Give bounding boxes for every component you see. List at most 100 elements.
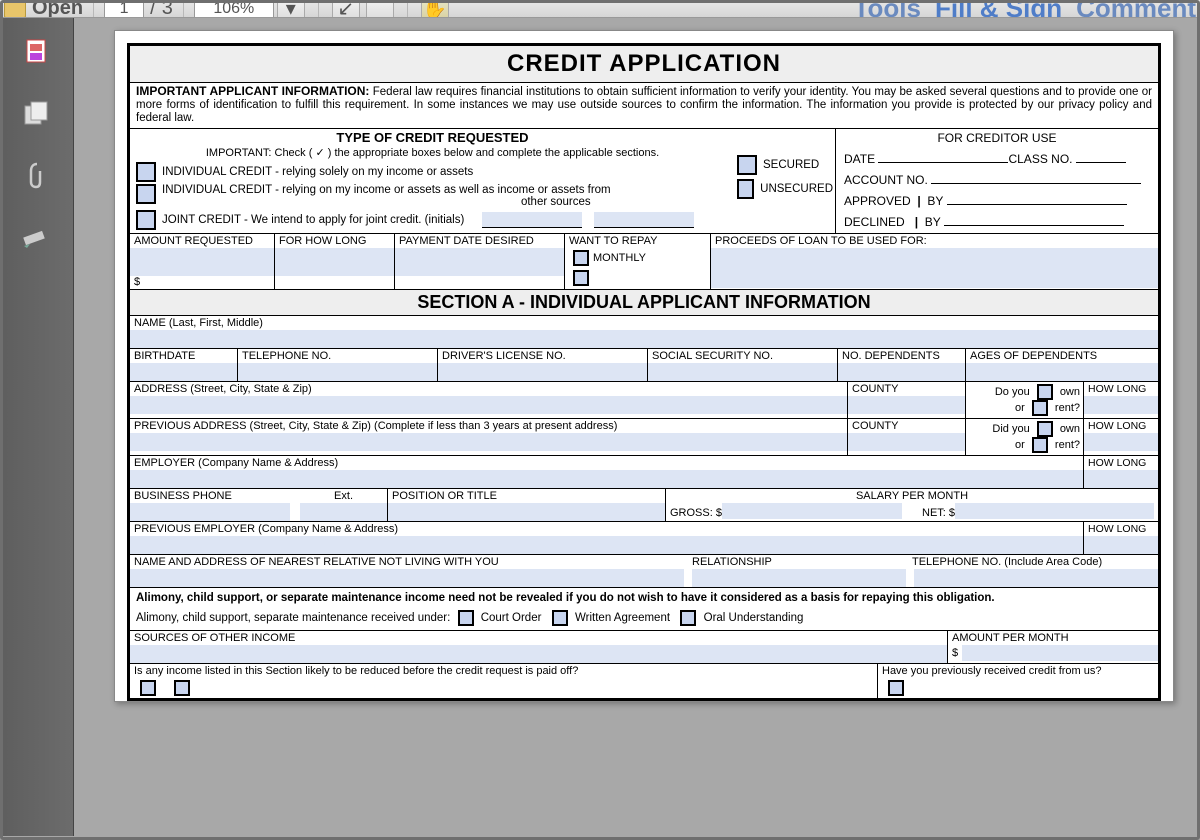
prev-address-field[interactable] — [130, 433, 847, 451]
joint-credit-checkbox[interactable] — [136, 210, 156, 230]
county-label: COUNTY — [848, 382, 965, 396]
classno-field[interactable] — [1076, 149, 1126, 163]
open-button[interactable]: Open — [4, 0, 83, 18]
rent2-checkbox[interactable] — [1032, 437, 1048, 453]
alimony-received-label: Alimony, child support, separate mainten… — [136, 612, 450, 624]
prevcredit-cb1[interactable] — [888, 680, 904, 696]
relationship-label: RELATIONSHIP — [688, 555, 908, 569]
dependents-field[interactable] — [838, 363, 965, 381]
zoom-input[interactable]: 106% — [194, 0, 274, 18]
attachments-icon[interactable] — [21, 160, 53, 192]
individual-credit-1-checkbox[interactable] — [136, 162, 156, 182]
declined-by-field[interactable] — [944, 212, 1124, 226]
comment-tab[interactable]: Comment — [1076, 0, 1196, 18]
zoom-dropdown[interactable]: ▾ — [277, 0, 305, 18]
approved-by-field[interactable] — [947, 191, 1127, 205]
account-field[interactable] — [931, 170, 1141, 184]
court-order-checkbox[interactable] — [458, 610, 474, 626]
howlong2-field[interactable] — [1084, 433, 1158, 451]
rent-checkbox[interactable] — [1032, 400, 1048, 416]
payment-date-label: PAYMENT DATE DESIRED — [395, 234, 564, 248]
by-label-2: BY — [925, 215, 941, 229]
prev-view-button[interactable]: ↙ — [332, 0, 360, 18]
oral-label: Oral Understanding — [704, 612, 804, 624]
relative-field[interactable] — [130, 569, 684, 587]
notice-block: IMPORTANT APPLICANT INFORMATION: Federal… — [130, 83, 1158, 129]
next-view-button[interactable] — [366, 0, 394, 18]
employer-field[interactable] — [130, 470, 1083, 488]
doyou-label: Do you — [995, 386, 1030, 398]
page-current-input[interactable]: 1 — [104, 0, 144, 18]
ext-field[interactable] — [300, 503, 387, 521]
by-label-1: BY — [927, 194, 943, 208]
sign-icon[interactable] — [21, 222, 53, 254]
creditor-header: FOR CREDITOR USE — [844, 131, 1150, 145]
reduce-cb2[interactable] — [174, 680, 190, 696]
written-agreement-checkbox[interactable] — [552, 610, 568, 626]
address-label: ADDRESS (Street, City, State & Zip) — [130, 382, 847, 396]
unsecured-checkbox[interactable] — [737, 179, 754, 199]
own-checkbox[interactable] — [1037, 384, 1053, 400]
monthly-checkbox[interactable] — [573, 250, 589, 266]
ssn-field[interactable] — [648, 363, 837, 381]
court-order-label: Court Order — [481, 612, 542, 624]
position-field[interactable] — [388, 503, 665, 521]
dependents-label: NO. DEPENDENTS — [838, 349, 965, 363]
birthdate-label: BIRTHDATE — [130, 349, 237, 363]
how-long-field[interactable] — [275, 248, 394, 276]
howlong3-field[interactable] — [1084, 470, 1158, 488]
position-label: POSITION OR TITLE — [388, 489, 665, 503]
prev-employer-field[interactable] — [130, 536, 1083, 554]
other-income-label: SOURCES OF OTHER INCOME — [130, 631, 947, 645]
approved-label: APPROVED — [844, 194, 911, 208]
ext-label: Ext. — [334, 490, 383, 502]
proceeds-label: PROCEEDS OF LOAN TO BE USED FOR: — [711, 234, 1158, 248]
amt-month-field[interactable] — [962, 645, 1158, 661]
initials-2-field[interactable] — [594, 212, 694, 228]
tools-tab[interactable]: Tools — [854, 0, 921, 18]
initials-1-field[interactable] — [482, 212, 582, 228]
howlong1-field[interactable] — [1084, 396, 1158, 414]
joint-label: JOINT CREDIT - We intend to apply for jo… — [162, 214, 464, 226]
hand-tool-button[interactable]: ✋ — [421, 0, 449, 18]
oral-checkbox[interactable] — [680, 610, 696, 626]
net-field[interactable] — [955, 503, 1154, 519]
telephone-field[interactable] — [238, 363, 437, 381]
other-income-field[interactable] — [130, 645, 947, 663]
page-total: 3 — [162, 0, 173, 18]
gross-field[interactable] — [722, 503, 902, 519]
individual-credit-2-checkbox[interactable] — [136, 184, 156, 204]
document-viewport[interactable]: CREDIT APPLICATION IMPORTANT APPLICANT I… — [74, 18, 1196, 836]
secured-checkbox[interactable] — [737, 155, 757, 175]
county-field[interactable] — [848, 396, 965, 414]
own2-checkbox[interactable] — [1037, 421, 1053, 437]
payment-date-field[interactable] — [395, 248, 564, 276]
reduce-cb1[interactable] — [140, 680, 156, 696]
relationship-field[interactable] — [692, 569, 906, 587]
name-field[interactable] — [130, 330, 1158, 348]
telarea-field[interactable] — [914, 569, 1158, 587]
class-label: CLASS NO. — [1008, 152, 1072, 166]
howlong4-field[interactable] — [1084, 536, 1158, 554]
ssn-label: SOCIAL SECURITY NO. — [648, 349, 837, 363]
rent-label: rent? — [1055, 402, 1080, 414]
birthdate-field[interactable] — [130, 363, 237, 381]
dollar-label: $ — [130, 276, 274, 288]
thumbnails-icon[interactable] — [21, 36, 53, 68]
folder-icon — [4, 0, 26, 18]
county2-field[interactable] — [848, 433, 965, 451]
proceeds-field[interactable] — [711, 248, 1158, 288]
account-label: ACCOUNT NO. — [844, 173, 928, 187]
amount-requested-field[interactable] — [130, 248, 274, 276]
pages-icon[interactable] — [21, 98, 53, 130]
date-field[interactable] — [878, 149, 1008, 163]
toc-header: TYPE OF CREDIT REQUESTED — [130, 129, 735, 146]
busphone-field[interactable] — [130, 503, 290, 521]
pdf-toolbar: Open 1 / 3 106% ▾ ↙ ✋ Tools Fill & Sign … — [0, 0, 1200, 18]
address-field[interactable] — [130, 396, 847, 414]
or-label: or — [1015, 402, 1025, 414]
ages-field[interactable] — [966, 363, 1158, 381]
dl-field[interactable] — [438, 363, 647, 381]
other-repay-checkbox[interactable] — [573, 270, 589, 286]
fill-sign-tab[interactable]: Fill & Sign — [935, 0, 1062, 18]
